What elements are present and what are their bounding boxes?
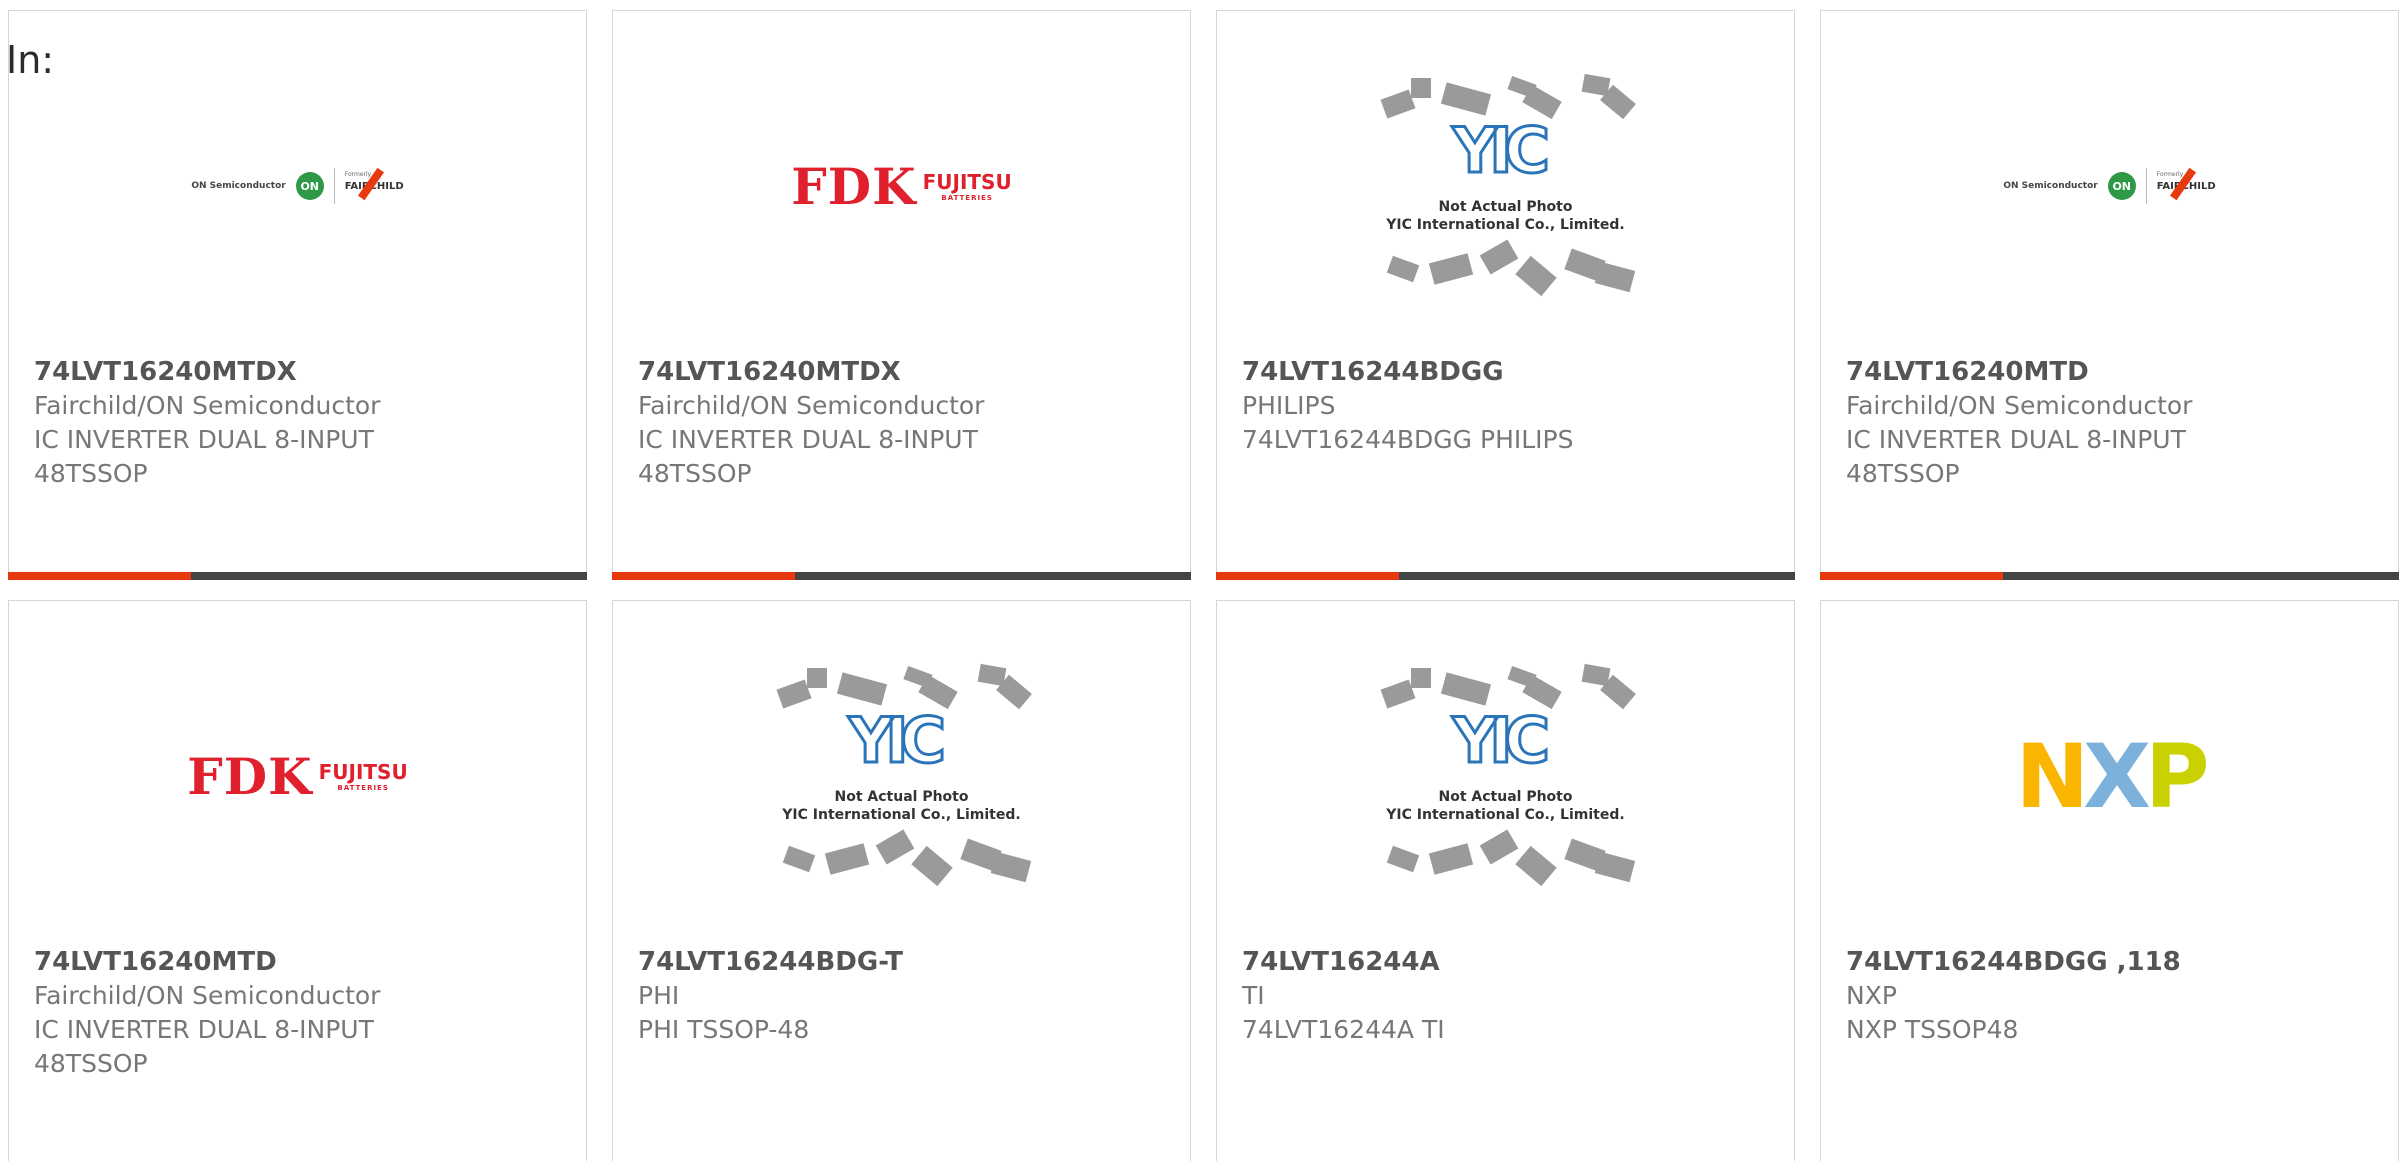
card-accent-bar [612, 572, 1191, 580]
product-grid-page: In: ON Semiconductor ON FormerlyFAIRCHIL… [0, 0, 2400, 1161]
fdk-fujitsu-logo: FDK FUJITSU BATTERIES [187, 746, 408, 806]
filter-label: In: [6, 38, 55, 82]
product-image[interactable]: YIC Not Actual Photo YIC International Co… [1217, 11, 1794, 361]
description-line-1: IC INVERTER DUAL 8-INPUT [1846, 425, 2186, 454]
part-number[interactable]: 74LVT16244A [1242, 945, 1784, 979]
manufacturer: Fairchild/ON Semiconductor [34, 981, 381, 1010]
manufacturer: NXP [1846, 981, 1897, 1010]
description-line-2: 48TSSOP [638, 459, 752, 488]
description-line-2: 48TSSOP [1846, 459, 1960, 488]
product-image[interactable]: ON Semiconductor ON FormerlyFAIRCHILD [9, 11, 586, 361]
description-line-2: 48TSSOP [34, 459, 148, 488]
part-number[interactable]: 74LVT16244BDGG ,118 [1846, 945, 2388, 979]
description-line-1: 74LVT16244BDGG PHILIPS [1242, 425, 1574, 454]
yic-placeholder-logo: YIC Not Actual Photo YIC International Co… [767, 656, 1037, 896]
product-card[interactable]: ON Semiconductor ON FormerlyFAIRCHILD 74… [1820, 10, 2399, 580]
product-image[interactable]: ON Semiconductor ON FormerlyFAIRCHILD [1821, 11, 2398, 361]
description-line-1: 74LVT16244A TI [1242, 1015, 1445, 1044]
description-line-1: IC INVERTER DUAL 8-INPUT [34, 1015, 374, 1044]
card-accent-bar [1820, 572, 2399, 580]
manufacturer: Fairchild/ON Semiconductor [34, 391, 381, 420]
description-line-1: NXP TSSOP48 [1846, 1015, 2019, 1044]
product-image[interactable]: YIC Not Actual Photo YIC International Co… [1217, 601, 1794, 951]
description-line-1: IC INVERTER DUAL 8-INPUT [638, 425, 978, 454]
yic-placeholder-logo: YIC Not Actual Photo YIC International Co… [1371, 656, 1641, 896]
product-image[interactable]: FDK FUJITSU BATTERIES [613, 11, 1190, 361]
part-number[interactable]: 74LVT16240MTDX [34, 355, 576, 389]
description-line-1: PHI TSSOP-48 [638, 1015, 810, 1044]
description-line-2: 48TSSOP [34, 1049, 148, 1078]
manufacturer: PHILIPS [1242, 391, 1336, 420]
product-card[interactable]: ON Semiconductor ON FormerlyFAIRCHILD 74… [8, 10, 587, 580]
manufacturer: Fairchild/ON Semiconductor [638, 391, 985, 420]
card-accent-bar [1216, 572, 1795, 580]
fairchild-on-logo: ON Semiconductor ON FormerlyFAIRCHILD [2003, 167, 2216, 204]
part-number[interactable]: 74LVT16240MTDX [638, 355, 1180, 389]
part-number[interactable]: 74LVT16240MTD [1846, 355, 2388, 389]
description-line-1: IC INVERTER DUAL 8-INPUT [34, 425, 374, 454]
product-card[interactable]: FDK FUJITSU BATTERIES 74LVT16240MTD Fairc… [8, 600, 587, 1161]
nxp-logo: NXP [2015, 724, 2209, 828]
product-card[interactable]: YIC Not Actual Photo YIC International Co… [1216, 600, 1795, 1161]
product-image[interactable]: NXP [1821, 601, 2398, 951]
product-image[interactable]: YIC Not Actual Photo YIC International Co… [613, 601, 1190, 951]
fairchild-on-logo: ON Semiconductor ON FormerlyFAIRCHILD [191, 167, 404, 204]
manufacturer: Fairchild/ON Semiconductor [1846, 391, 2193, 420]
manufacturer: PHI [638, 981, 680, 1010]
product-image[interactable]: FDK FUJITSU BATTERIES [9, 601, 586, 951]
product-card[interactable]: YIC Not Actual Photo YIC International Co… [612, 600, 1191, 1161]
part-number[interactable]: 74LVT16240MTD [34, 945, 576, 979]
fdk-fujitsu-logo: FDK FUJITSU BATTERIES [791, 156, 1012, 216]
product-card[interactable]: FDK FUJITSU BATTERIES 74LVT16240MTDX Fair… [612, 10, 1191, 580]
manufacturer: TI [1242, 981, 1265, 1010]
product-card[interactable]: NXP 74LVT16244BDGG ,118 NXP NXP TSSOP48 [1820, 600, 2399, 1161]
yic-placeholder-logo: YIC Not Actual Photo YIC International Co… [1371, 66, 1641, 306]
card-accent-bar [8, 572, 587, 580]
part-number[interactable]: 74LVT16244BDGG [1242, 355, 1784, 389]
part-number[interactable]: 74LVT16244BDG-T [638, 945, 1180, 979]
product-card[interactable]: YIC Not Actual Photo YIC International Co… [1216, 10, 1795, 580]
